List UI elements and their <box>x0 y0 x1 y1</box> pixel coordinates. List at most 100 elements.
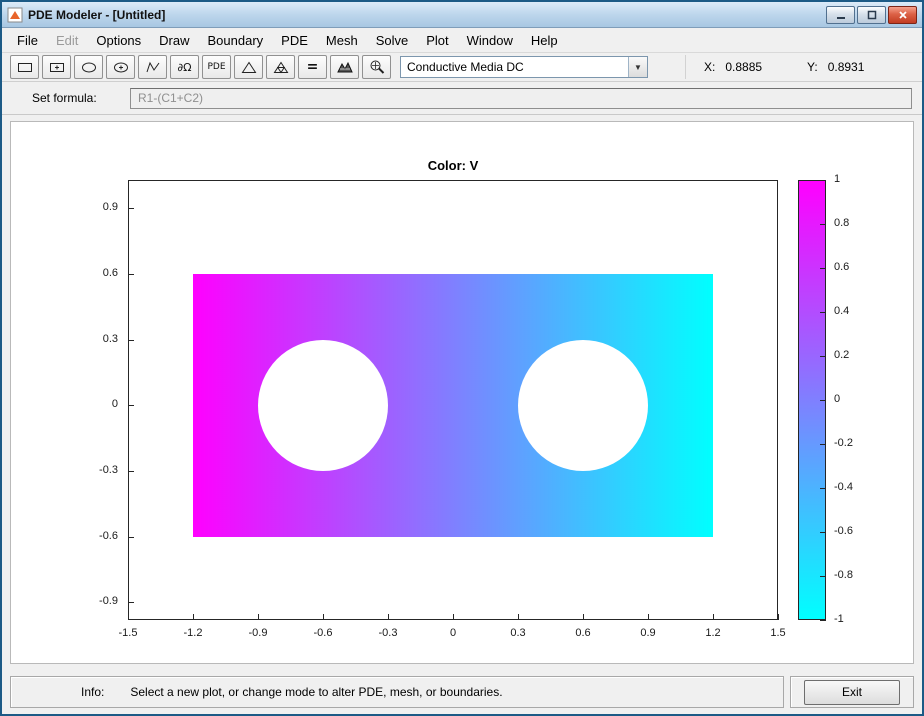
rectangle-tool-button[interactable] <box>10 55 39 79</box>
rectangle-center-icon <box>49 62 64 72</box>
colorbar-tick-label: -0.4 <box>834 481 853 493</box>
plot-solution-button[interactable] <box>330 55 359 79</box>
y-tick <box>128 274 134 276</box>
colorbar-tick-label: -0.2 <box>834 437 853 449</box>
titlebar[interactable]: PDE Modeler - [Untitled] <box>2 2 922 28</box>
refine-mesh-button[interactable] <box>266 55 295 79</box>
y-tick-label: 0 <box>111 398 118 411</box>
set-formula-input[interactable] <box>130 87 912 109</box>
menu-plot[interactable]: Plot <box>417 30 457 51</box>
app-icon <box>7 7 23 23</box>
menu-file[interactable]: File <box>8 30 47 51</box>
menu-draw[interactable]: Draw <box>150 30 198 51</box>
ellipse-centered-tool-button[interactable] <box>106 55 135 79</box>
x-tick-label: 1.5 <box>770 627 786 639</box>
menu-help[interactable]: Help <box>522 30 567 51</box>
set-formula-label: Set formula: <box>32 91 97 105</box>
colorbar-tick-label: 0.2 <box>834 349 850 361</box>
x-tick-label: 1.2 <box>705 627 721 639</box>
colorbar-tick <box>820 488 826 489</box>
plot-title: Color: V <box>427 158 479 173</box>
boundary-mode-label: ∂Ω <box>177 60 192 74</box>
application-mode-select[interactable]: Conductive Media DC ▼ <box>400 56 648 78</box>
colorbar-tick-label: 0.6 <box>834 261 850 273</box>
colorbar-tick <box>820 224 826 225</box>
mesh-mode-button[interactable] <box>234 55 263 79</box>
colorbar-tick <box>820 312 826 313</box>
info-message: Select a new plot, or change mode to alt… <box>130 685 503 699</box>
colorbar-tick-label: 0.4 <box>834 305 850 317</box>
x-tick <box>778 614 779 620</box>
y-coordinate-value: 0.8931 <box>827 60 865 74</box>
y-tick-label: -0.3 <box>99 464 118 477</box>
surface-plot-icon <box>336 61 353 72</box>
x-tick-label: 0.6 <box>575 627 591 639</box>
menu-mesh[interactable]: Mesh <box>317 30 367 51</box>
x-tick-label: 0 <box>449 627 457 639</box>
triangle-mesh-icon <box>241 61 256 73</box>
refined-triangle-mesh-icon <box>273 61 288 73</box>
rectangle-centered-tool-button[interactable] <box>42 55 71 79</box>
polygon-tool-button[interactable] <box>138 55 167 79</box>
pde-modeler-window: PDE Modeler - [Untitled] File Edit Optio… <box>0 0 924 716</box>
x-tick <box>388 614 389 620</box>
pde-mode-button[interactable]: PDE <box>202 55 231 79</box>
window-controls <box>824 5 917 24</box>
menu-options[interactable]: Options <box>87 30 150 51</box>
zoom-button[interactable] <box>362 55 391 79</box>
info-label: Info: <box>81 685 105 699</box>
colorbar-tick-label: 0.8 <box>834 217 850 229</box>
x-tick-label: -1.5 <box>118 627 138 639</box>
x-tick-label: -0.6 <box>313 627 333 639</box>
ellipse-tool-button[interactable] <box>74 55 103 79</box>
ellipse-icon <box>81 62 96 72</box>
x-tick <box>713 614 714 620</box>
plot-canvas[interactable]: Color: V -1.5 -1.2 -0.9 -0.6 -0.3 0 0.3 0.6 0.9 1.… <box>10 121 914 664</box>
solve-button[interactable]: = <box>298 55 327 79</box>
x-tick <box>453 614 454 620</box>
cursor-coordinates: X: 0.8885 Y: 0.8931 <box>685 55 914 79</box>
menu-window[interactable]: Window <box>458 30 522 51</box>
y-tick-label: -0.6 <box>99 529 118 542</box>
polygon-icon <box>146 61 159 72</box>
x-coordinate-value: 0.8885 <box>725 60 763 74</box>
statusbar: Info: Select a new plot, or change mode … <box>2 670 922 714</box>
x-tick <box>323 614 324 620</box>
x-tick-label: -1.2 <box>183 627 203 639</box>
chevron-down-icon[interactable]: ▼ <box>628 57 647 77</box>
solve-label: = <box>306 59 319 75</box>
x-tick <box>193 614 194 620</box>
menubar: File Edit Options Draw Boundary PDE Mesh… <box>2 28 922 53</box>
x-tick <box>583 614 584 620</box>
x-tick-label: 0.9 <box>640 627 656 639</box>
y-tick <box>128 339 134 341</box>
colorbar-tick <box>820 444 826 445</box>
menu-edit[interactable]: Edit <box>47 30 87 51</box>
colorbar-tick <box>820 268 826 269</box>
minimize-icon <box>836 16 845 19</box>
maximize-button[interactable] <box>857 5 886 24</box>
minimize-button[interactable] <box>826 5 855 24</box>
axes-box <box>128 180 778 620</box>
maximize-icon <box>867 10 876 19</box>
y-tick-label: 0.6 <box>102 267 118 280</box>
boundary-mode-button[interactable]: ∂Ω <box>170 55 199 79</box>
y-tick <box>128 602 134 604</box>
x-tick-label: -0.3 <box>378 627 398 639</box>
application-mode-value: Conductive Media DC <box>407 60 524 74</box>
menu-solve[interactable]: Solve <box>367 30 418 51</box>
colorbar-tick <box>820 356 826 357</box>
y-tick-label: 0.9 <box>102 201 118 214</box>
menu-pde[interactable]: PDE <box>272 30 317 51</box>
y-tick <box>128 208 134 210</box>
close-button[interactable] <box>888 5 917 24</box>
y-tick <box>128 536 134 538</box>
exit-button[interactable]: Exit <box>804 679 900 705</box>
menu-boundary[interactable]: Boundary <box>199 30 273 51</box>
ellipse-center-icon <box>113 62 128 72</box>
pde-mode-label: PDE <box>207 62 226 72</box>
colorbar-tick <box>820 400 826 401</box>
x-tick <box>518 614 519 620</box>
x-tick-label: 0.3 <box>510 627 526 639</box>
colorbar-tick <box>820 620 826 621</box>
